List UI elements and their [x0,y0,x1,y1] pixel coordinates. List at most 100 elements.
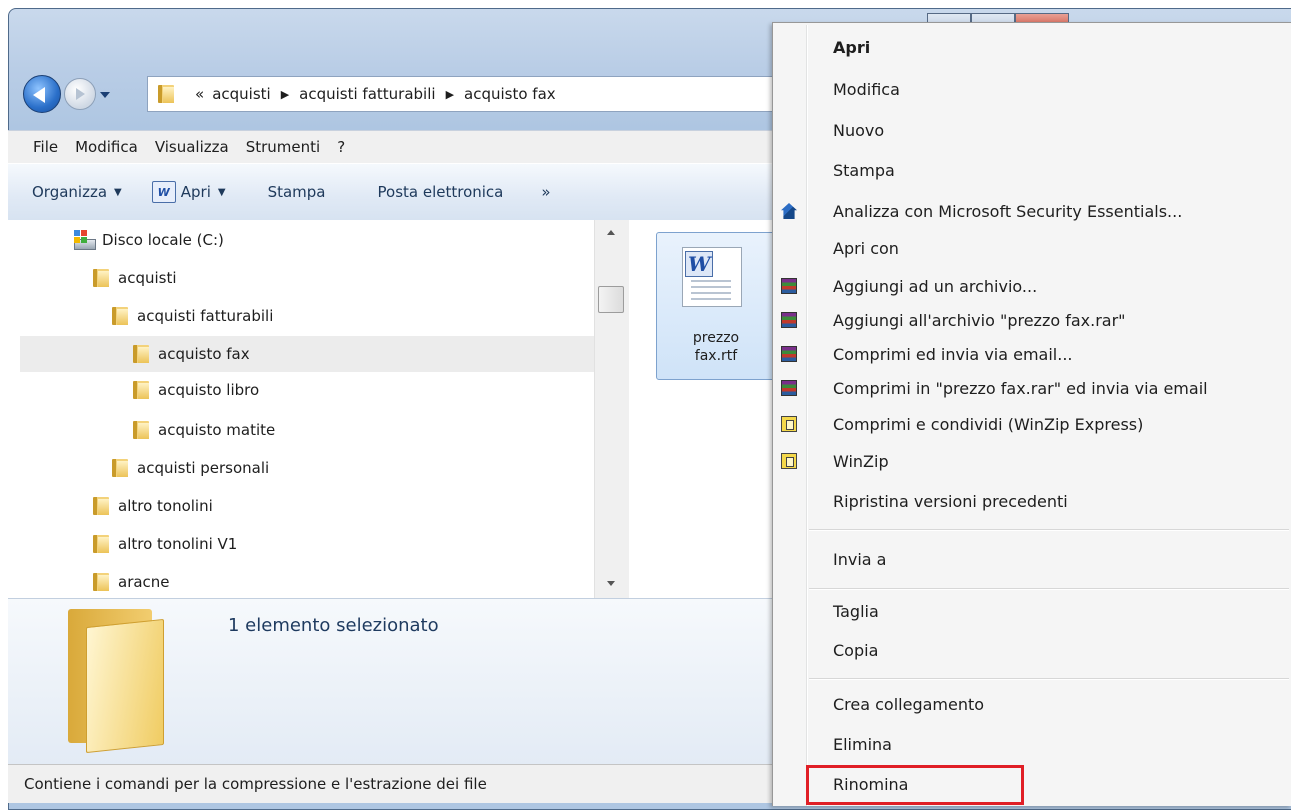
security-essentials-icon [781,203,797,219]
breadcrumb-acquisto-fax[interactable]: acquisto fax [464,85,556,103]
organize-label: Organizza [32,183,108,201]
file-item-prezzo-fax[interactable]: prezzo fax.rtf [656,232,776,380]
tree-item-label: Disco locale (C:) [102,231,224,249]
folder-icon [112,307,128,325]
menu-item-label: Taglia [833,601,879,621]
status-bar: Contiene i comandi per la compressione e… [8,764,808,803]
menu-item-ripristina[interactable]: Ripristina versioni precedenti [773,483,1291,519]
menu-file[interactable]: File [33,138,58,156]
more-commands-button[interactable]: » [541,183,550,201]
folder-icon [93,573,109,591]
menu-item-label: Invia a [833,549,887,569]
tree-item-acquisti-personali[interactable]: acquisti personali [112,450,269,486]
menu-item-invia-a[interactable]: Invia a [773,541,1291,577]
scroll-down-arrow-icon[interactable] [607,581,615,586]
tree-item-acquisto-matite[interactable]: acquisto matite [133,412,275,448]
tree-item-label: altro tonolini [118,497,213,515]
menu-item-taglia[interactable]: Taglia [773,593,1291,629]
menu-item-apri[interactable]: Apri [773,29,1291,65]
menu-item-aggiungi-rar[interactable]: Aggiungi all'archivio "prezzo fax.rar" [773,302,1291,338]
large-folder-icon [66,609,166,754]
menu-item-label: Apri con [833,238,899,258]
menu-item-elimina[interactable]: Elimina [773,726,1291,762]
forward-button[interactable] [64,78,96,110]
menu-item-label: Aggiungi all'archivio "prezzo fax.rar" [833,310,1126,330]
menu-item-label: Apri [833,37,871,57]
menu-separator [809,678,1289,680]
print-button[interactable]: Stampa [268,183,326,201]
menu-visualizza[interactable]: Visualizza [155,138,229,156]
file-name: prezzo fax.rtf [657,329,775,365]
back-button[interactable] [23,75,61,113]
tree-item-acquisti-fatturabili[interactable]: acquisti fatturabili [112,298,273,334]
menu-item-stampa[interactable]: Stampa [773,152,1291,188]
breadcrumb-overflow[interactable]: « [195,85,204,103]
folder-icon [158,85,174,103]
tree-item-altro-tonolini[interactable]: altro tonolini [93,488,213,524]
folder-icon [133,421,149,439]
menu-item-label: Modifica [833,79,900,99]
menu-item-crea-collegamento[interactable]: Crea collegamento [773,686,1291,722]
print-label: Stampa [267,183,326,201]
menu-item-analizza-mse[interactable]: Analizza con Microsoft Security Essentia… [773,193,1291,229]
menu-item-label: Ripristina versioni precedenti [833,491,1068,511]
breadcrumb-separator-icon[interactable]: ▶ [281,88,289,101]
menu-item-label: Stampa [833,160,895,180]
menu-separator [809,529,1289,531]
breadcrumb-acquisti[interactable]: acquisti [212,85,271,103]
folder-icon [93,535,109,553]
menu-item-comprimi-email[interactable]: Comprimi ed invia via email... [773,336,1291,372]
scrollbar-thumb[interactable] [598,286,624,313]
tree-item-label: aracne [118,573,170,591]
menu-item-aggiungi-archivio[interactable]: Aggiungi ad un archivio... [773,268,1291,304]
tree-scrollbar[interactable] [594,220,629,598]
menu-modifica[interactable]: Modifica [75,138,138,156]
navigation-tree: Disco locale (C:) acquisti acquisti fatt… [8,220,613,598]
menu-strumenti[interactable]: Strumenti [246,138,320,156]
menu-item-label: WinZip [833,451,889,471]
rinomina-highlight-box [806,765,1024,805]
folder-icon [112,459,128,477]
menu-item-winzip-express[interactable]: Comprimi e condividi (WinZip Express) [773,406,1291,442]
recent-pages-dropdown-icon[interactable] [100,92,110,98]
folder-icon [93,497,109,515]
menu-item-modifica[interactable]: Modifica [773,71,1291,107]
menu-item-label: Analizza con Microsoft Security Essentia… [833,201,1183,221]
menu-item-apri-con[interactable]: Apri con [773,230,1291,266]
address-bar[interactable]: « acquisti ▶ acquisti fatturabili ▶ acqu… [147,76,787,112]
organize-button[interactable]: Organizza ▼ [32,183,122,201]
breadcrumb-acquisti-fatturabili[interactable]: acquisti fatturabili [299,85,435,103]
selection-count-text: 1 elemento selezionato [228,615,439,636]
tree-item-altro-tonolini-v1[interactable]: altro tonolini V1 [93,526,237,562]
email-label: Posta elettronica [377,183,504,201]
word-rtf-icon [682,247,742,307]
scroll-up-arrow-icon[interactable] [607,230,615,235]
menu-item-label: Aggiungi ad un archivio... [833,276,1038,296]
winzip-icon [781,416,797,432]
menu-item-winzip[interactable]: WinZip [773,443,1291,479]
menu-item-label: Copia [833,640,879,660]
menu-help[interactable]: ? [337,138,345,156]
tree-item-acquisto-fax[interactable]: acquisto fax [20,336,602,372]
tree-item-aracne[interactable]: aracne [93,564,170,598]
tree-item-acquisti[interactable]: acquisti [93,260,177,296]
tree-item-acquisto-libro[interactable]: acquisto libro [133,372,259,408]
menu-item-comprimi-rar-email[interactable]: Comprimi in "prezzo fax.rar" ed invia vi… [773,370,1291,406]
folder-icon [93,269,109,287]
menu-item-nuovo[interactable]: Nuovo [773,112,1291,148]
menu-item-copia[interactable]: Copia [773,632,1291,668]
menu-bar: File Modifica Visualizza Strumenti ? [8,130,808,163]
open-label: Apri [180,183,211,201]
context-menu: Apri Modifica Nuovo Stampa Analizza con … [772,22,1291,806]
breadcrumb-separator-icon[interactable]: ▶ [446,88,454,101]
tree-item-label: altro tonolini V1 [118,535,238,553]
tree-item-label: acquisti fatturabili [137,307,274,325]
tree-item-label: acquisti personali [137,459,270,477]
word-app-icon: W [151,181,176,203]
details-pane: 1 elemento selezionato [8,598,808,765]
open-button[interactable]: W Apri ▼ [151,181,226,203]
tree-item-local-disk[interactable]: Disco locale (C:) [72,222,224,258]
email-button[interactable]: Posta elettronica [378,183,504,201]
menu-item-label: Elimina [833,734,892,754]
winrar-icon [781,380,797,396]
